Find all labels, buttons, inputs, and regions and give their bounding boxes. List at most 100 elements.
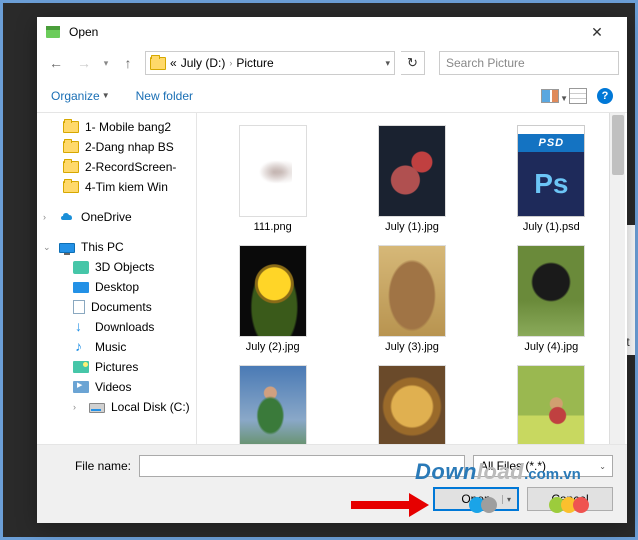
file-item[interactable]: 111.png [207,125,338,233]
tree-item[interactable]: 4-Tim kiem Win [39,177,194,197]
file-item[interactable]: July (1).jpg [346,125,477,233]
filename-label: File name: [51,459,131,473]
open-file-dialog: Open ✕ ← → ▾ ↑ « July (D:) › Picture ▾ ↻… [37,17,627,523]
tree-item[interactable]: Desktop [39,277,194,297]
view-mode-button[interactable]: ▼ [541,89,559,103]
tree-item[interactable]: 2-RecordScreen- [39,157,194,177]
app-icon [45,24,61,40]
tree-label: Documents [91,300,152,314]
navigation-tree: 1- Mobile bang2 2-Dang nhap BS 2-RecordScr… [37,113,197,444]
pic-icon [73,361,89,373]
tree-label: 4-Tim kiem Win [85,180,168,194]
file-item[interactable]: July (3).jpg [346,245,477,353]
watermark-dots [473,497,497,513]
doc-icon [73,300,85,314]
expand-icon[interactable]: › [73,402,83,412]
tree-item[interactable]: 3D Objects [39,257,194,277]
breadcrumb-prefix: « [170,56,177,70]
tree-label: Local Disk (C:) [111,400,190,414]
file-item[interactable]: July (4).jpg [486,245,617,353]
expand-icon[interactable]: › [43,212,53,222]
new-folder-button[interactable]: New folder [136,89,193,103]
breadcrumb-sep[interactable]: › [229,58,232,68]
file-thumbnail [378,125,446,217]
tree-item[interactable]: Downloads [39,317,194,337]
file-thumbnail [239,125,307,217]
tree-label: 1- Mobile bang2 [85,120,171,134]
chevron-down-icon: ▼ [102,91,110,100]
close-button[interactable]: ✕ [575,24,619,41]
organize-menu[interactable]: Organize ▼ [51,89,110,103]
site-watermark: Download.com.vn [415,459,581,485]
tree-label: 2-Dang nhap BS [85,140,174,154]
search-placeholder: Search Picture [446,56,525,70]
split-dropdown-icon[interactable]: ▾ [502,495,511,504]
expand-icon[interactable]: ⌄ [43,242,53,253]
folder-icon [63,121,79,133]
address-bar[interactable]: « July (D:) › Picture ▾ [145,51,395,75]
folder-icon [150,57,166,70]
tree-label: OneDrive [81,210,132,224]
tree-label: Pictures [95,360,138,374]
file-item[interactable]: PSDPs July (1).psd [486,125,617,233]
search-input[interactable]: Search Picture [439,51,619,75]
file-thumbnail [239,245,307,337]
tree-item[interactable]: › OneDrive [39,207,194,227]
file-name: July (2).jpg [246,341,300,353]
disk-icon [89,403,105,413]
tree-label: This PC [81,240,124,254]
tree-item[interactable]: 1- Mobile bang2 [39,117,194,137]
preview-pane-button[interactable] [569,88,587,104]
file-thumbnail: PSDPs [517,125,585,217]
file-thumbnail [517,245,585,337]
tree-label: 3D Objects [95,260,154,274]
recent-dropdown[interactable]: ▾ [101,52,111,74]
chevron-down-icon[interactable]: ⌄ [599,462,606,471]
tree-label: Music [95,340,126,354]
dl-icon [73,320,89,334]
tree-item[interactable]: › Local Disk (C:) [39,397,194,417]
tree-item[interactable]: 2-Dang nhap BS [39,137,194,157]
music-icon [73,340,89,354]
watermark-dots-2 [553,497,589,513]
tree-item[interactable]: Music [39,337,194,357]
address-dropdown[interactable]: ▾ [385,58,390,69]
tree-item[interactable]: ⌄ This PC [39,237,194,257]
file-item[interactable]: July (2).jpg [207,245,338,353]
file-item[interactable]: July (5).jpg [207,365,338,444]
folder-icon [63,181,79,193]
tree-item[interactable]: Videos [39,377,194,397]
navigation-bar: ← → ▾ ↑ « July (D:) › Picture ▾ ↻ Search… [37,47,627,79]
file-grid: 111.png July (1).jpg PSDPs July (1).psd July… [197,113,627,444]
file-name: July (4).jpg [524,341,578,353]
file-name: 111.png [254,221,292,233]
help-button[interactable]: ? [597,88,613,104]
obj-icon [73,261,89,274]
tree-label: Desktop [95,280,139,294]
refresh-button[interactable]: ↻ [401,51,425,75]
folder-icon [63,141,79,153]
file-name: July (1).jpg [385,221,439,233]
tree-item[interactable]: Documents [39,297,194,317]
breadcrumb-1[interactable]: July (D:) [181,56,226,70]
file-name: July (3).jpg [385,341,439,353]
vid-icon [73,381,89,393]
file-item[interactable]: July (7).jpg [346,365,477,444]
forward-button: → [73,52,95,74]
back-button[interactable]: ← [45,52,67,74]
up-button[interactable]: ↑ [117,52,139,74]
tree-item[interactable]: Pictures [39,357,194,377]
file-thumbnail [378,365,446,444]
tree-label: Downloads [95,320,154,334]
file-thumbnail [517,365,585,444]
file-name: July (1).psd [523,221,580,233]
tree-label: Videos [95,380,131,394]
titlebar: Open ✕ [37,17,627,47]
scrollbar-vertical[interactable] [609,113,625,444]
pc-icon [59,243,75,253]
dialog-title: Open [69,25,575,39]
tree-label: 2-RecordScreen- [85,160,176,174]
file-item[interactable]: July (9).jpg [486,365,617,444]
breadcrumb-2[interactable]: Picture [236,56,273,70]
folder-icon [63,161,79,173]
